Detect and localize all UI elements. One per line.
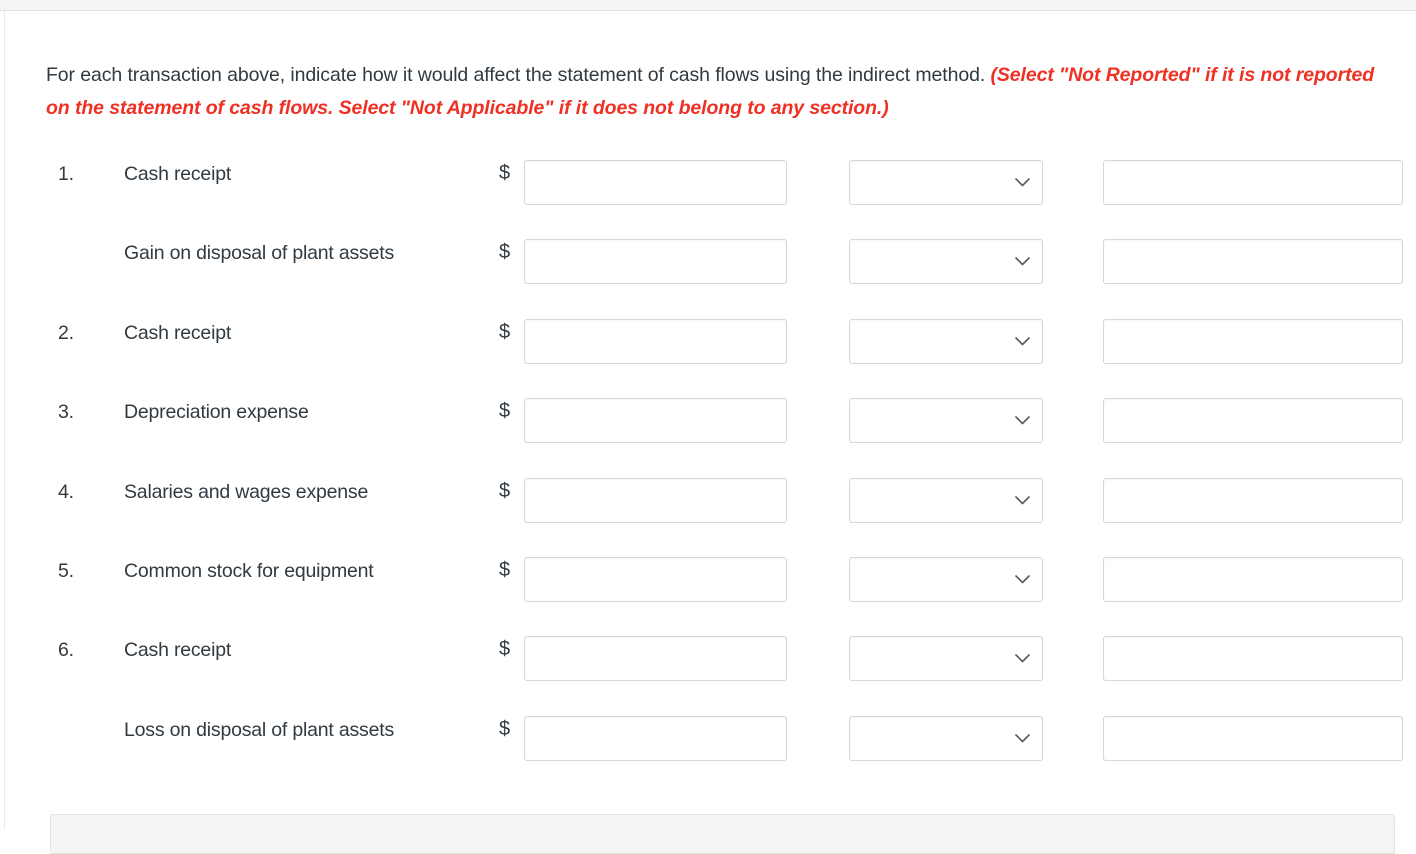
table-row: 6. Cash receipt $ bbox=[5, 627, 1416, 706]
section-input[interactable] bbox=[1103, 318, 1403, 364]
row-number: 6. bbox=[58, 639, 74, 662]
row-label: Cash receipt bbox=[124, 163, 232, 185]
currency-symbol: $ bbox=[499, 638, 511, 661]
amount-input[interactable] bbox=[524, 160, 787, 205]
row-label: Cash receipt bbox=[124, 321, 232, 344]
window-top-band bbox=[0, 0, 1416, 11]
section-input[interactable] bbox=[1103, 636, 1403, 682]
table-row: 1. Cash receipt $ bbox=[5, 151, 1416, 230]
section-input[interactable] bbox=[1103, 398, 1403, 444]
effect-select-box[interactable] bbox=[849, 160, 1043, 205]
exercise-sheet: For each transaction above, indicate how… bbox=[5, 11, 1416, 830]
bottom-panel bbox=[50, 814, 1395, 854]
row-label: Depreciation expense bbox=[124, 401, 309, 424]
effect-select[interactable] bbox=[849, 318, 1043, 364]
section-input[interactable] bbox=[1103, 239, 1403, 285]
section-input[interactable] bbox=[1103, 556, 1403, 602]
row-label: Cash receipt bbox=[124, 639, 232, 662]
effect-select[interactable] bbox=[849, 636, 1043, 682]
effect-select-box[interactable] bbox=[849, 318, 1043, 364]
section-input[interactable] bbox=[1103, 160, 1403, 205]
transaction-rows: 1. Cash receipt $ Gain on disposal of pl… bbox=[5, 151, 1416, 786]
row-number: 4. bbox=[58, 480, 74, 503]
table-row: 4. Salaries and wages expense $ bbox=[5, 469, 1416, 548]
effect-select[interactable] bbox=[849, 398, 1043, 444]
instruction-plain-text: For each transaction above, indicate how… bbox=[46, 63, 986, 86]
currency-symbol: $ bbox=[499, 320, 511, 343]
amount-input[interactable] bbox=[524, 556, 787, 602]
row-label: Gain on disposal of plant assets bbox=[124, 242, 395, 265]
row-label: Common stock for equipment bbox=[124, 559, 374, 582]
row-number: 2. bbox=[58, 321, 74, 344]
table-row: Loss on disposal of plant assets $ bbox=[5, 707, 1416, 786]
table-row: 2. Cash receipt $ bbox=[5, 310, 1416, 389]
effect-select-box[interactable] bbox=[849, 556, 1043, 602]
row-number: 3. bbox=[58, 401, 74, 424]
currency-symbol: $ bbox=[499, 479, 511, 502]
amount-input[interactable] bbox=[524, 636, 787, 682]
instruction-paragraph: For each transaction above, indicate how… bbox=[46, 59, 1386, 125]
currency-symbol: $ bbox=[499, 558, 511, 581]
section-input[interactable] bbox=[1103, 715, 1403, 761]
effect-select-box[interactable] bbox=[849, 477, 1043, 523]
row-label: Salaries and wages expense bbox=[124, 480, 369, 503]
table-row: Gain on disposal of plant assets $ bbox=[5, 230, 1416, 309]
currency-symbol: $ bbox=[499, 400, 511, 423]
currency-symbol: $ bbox=[499, 717, 511, 740]
effect-select[interactable] bbox=[849, 715, 1043, 761]
row-label: Loss on disposal of plant assets bbox=[124, 718, 395, 741]
amount-input[interactable] bbox=[524, 398, 787, 444]
amount-input[interactable] bbox=[524, 715, 787, 761]
effect-select-box[interactable] bbox=[849, 636, 1043, 682]
effect-select-box[interactable] bbox=[849, 398, 1043, 444]
currency-symbol: $ bbox=[499, 162, 511, 184]
effect-select[interactable] bbox=[849, 160, 1043, 205]
row-number: 5. bbox=[58, 559, 74, 582]
effect-select[interactable] bbox=[849, 477, 1043, 523]
section-input[interactable] bbox=[1103, 477, 1403, 523]
effect-select-box[interactable] bbox=[849, 239, 1043, 285]
table-row: 5. Common stock for equipment $ bbox=[5, 548, 1416, 627]
amount-input[interactable] bbox=[524, 477, 787, 523]
effect-select-box[interactable] bbox=[849, 715, 1043, 761]
effect-select[interactable] bbox=[849, 239, 1043, 285]
table-row: 3. Depreciation expense $ bbox=[5, 389, 1416, 468]
row-number: 1. bbox=[58, 163, 74, 185]
amount-input[interactable] bbox=[524, 318, 787, 364]
effect-select[interactable] bbox=[849, 556, 1043, 602]
amount-input[interactable] bbox=[524, 239, 787, 285]
currency-symbol: $ bbox=[499, 241, 511, 264]
